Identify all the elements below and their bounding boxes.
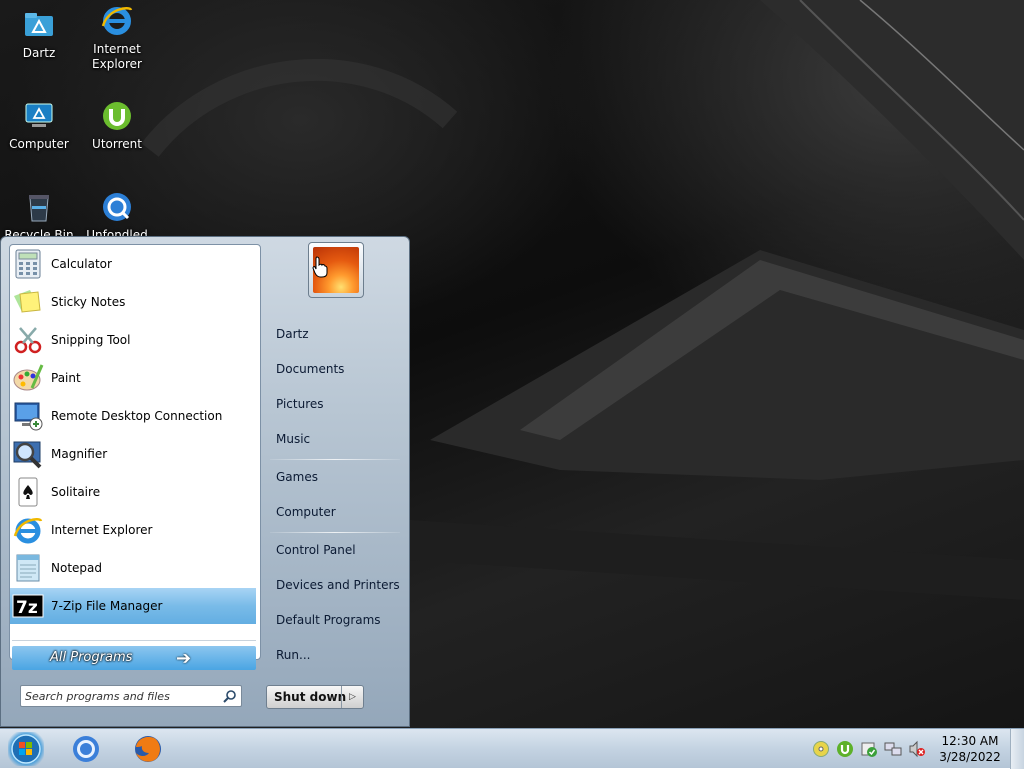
program-label: Snipping Tool [51,333,131,347]
program-label: Remote Desktop Connection [51,409,223,423]
program-7zip[interactable]: 7z 7-Zip File Manager [10,588,256,624]
recycle-bin-icon [22,190,56,224]
desktop-icon-label: Internet Explorer [92,42,142,71]
link-separator [270,532,400,533]
tray-action-center[interactable] [860,740,878,758]
sticky-notes-icon [12,286,44,318]
desktop-icon-label: Utorrent [92,137,142,151]
paint-icon [12,362,44,394]
program-label: Sticky Notes [51,295,126,309]
tray-utorrent[interactable] [836,740,854,758]
magnifier-icon [12,438,44,470]
notepad-icon [12,552,44,584]
start-link-devices-printers[interactable]: Devices and Printers [270,571,404,599]
desktop-icon-computer[interactable]: Computer [0,99,78,152]
link-label: Default Programs [276,613,381,627]
programs-separator [12,640,256,641]
all-programs-label: All Programs [50,650,133,665]
program-remote-desktop[interactable]: Remote Desktop Connection [10,398,256,434]
tray-cd-drive[interactable] [812,740,830,758]
clock-time: 12:30 AM [941,734,999,748]
remote-desktop-icon [12,400,44,432]
program-label: Paint [51,371,81,385]
program-paint[interactable]: Paint [10,360,256,396]
start-link-run[interactable]: Run... [270,641,404,669]
utorrent-tray-icon [836,740,854,758]
program-calculator[interactable]: Calculator [10,246,256,282]
cd-drive-icon [812,740,830,758]
link-label: Dartz [276,327,309,341]
start-link-music[interactable]: Music [270,425,404,453]
svg-text:7z: 7z [16,598,38,618]
program-label: 7-Zip File Manager [51,599,163,613]
taskbar-firefox-button[interactable] [128,732,168,766]
desktop-icon-utorrent[interactable]: Utorrent [78,99,156,152]
clock[interactable]: 12:30 AM 3/28/2022 [936,733,1004,765]
internet-explorer-icon [12,514,44,546]
program-label: Calculator [51,257,112,271]
windows-logo-icon [11,734,41,764]
start-link-computer[interactable]: Computer [270,498,404,526]
desktop-icon-dartz[interactable]: Dartz [0,8,78,61]
program-label: Internet Explorer [51,523,153,537]
start-link-control-panel[interactable]: Control Panel [270,536,404,564]
program-magnifier[interactable]: Magnifier [10,436,256,472]
program-solitaire[interactable]: Solitaire [10,474,256,510]
unfondled-icon [100,190,134,224]
start-link-dartz[interactable]: Dartz [270,320,404,348]
link-label: Devices and Printers [276,578,400,592]
clock-date: 3/28/2022 [939,750,1001,764]
program-sticky-notes[interactable]: Sticky Notes [10,284,256,320]
search-input[interactable] [25,688,215,704]
chrome-icon [66,733,106,765]
internet-explorer-icon [100,4,134,38]
search-icon[interactable] [223,689,237,703]
network-icon [884,740,902,758]
link-label: Music [276,432,311,446]
taskbar-chrome-button[interactable] [66,732,106,766]
start-link-pictures[interactable]: Pictures [270,390,404,418]
program-label: Notepad [51,561,102,575]
dartz-folder-icon [22,8,56,42]
program-notepad[interactable]: Notepad [10,550,256,586]
show-desktop-button[interactable] [1010,729,1024,769]
computer-icon [22,99,56,133]
link-label: Run... [276,648,311,662]
link-label: Games [276,470,318,484]
7zip-icon: 7z [12,590,44,622]
program-snipping-tool[interactable]: Snipping Tool [10,322,256,358]
utorrent-icon [100,99,134,133]
volume-muted-icon [908,740,926,758]
shutdown-options-arrow[interactable]: ▷ [341,686,363,708]
shutdown-button[interactable]: Shut down ▷ [266,685,364,709]
link-label: Computer [276,505,336,519]
desktop-icon-label: Computer [9,137,69,151]
start-link-games[interactable]: Games [270,463,404,491]
tray-network[interactable] [884,740,902,758]
arrow-right-icon: ➔ [176,648,192,669]
solitaire-icon [12,476,44,508]
program-internet-explorer[interactable]: Internet Explorer [10,512,256,548]
all-programs-button[interactable]: All Programs ➔ [12,646,256,670]
program-label: Solitaire [51,485,101,499]
start-button[interactable] [8,732,44,766]
start-link-documents[interactable]: Documents [270,355,404,383]
desktop-icon-label: Dartz [22,46,56,60]
snipping-tool-icon [12,324,44,356]
tray-volume[interactable] [908,740,926,758]
link-label: Documents [276,362,345,376]
calculator-icon [12,248,44,280]
search-box[interactable] [20,685,242,707]
program-label: Magnifier [51,447,108,461]
link-label: Pictures [276,397,324,411]
firefox-icon [128,733,168,765]
taskbar: 12:30 AM 3/28/2022 [0,728,1024,769]
link-separator [270,459,400,460]
hand-cursor-icon [312,256,328,278]
link-label: Control Panel [276,543,356,557]
desktop-icon-internet-explorer[interactable]: Internet Explorer [78,4,156,72]
shutdown-label: Shut down [274,690,347,704]
action-center-icon [860,740,878,758]
start-link-default-programs[interactable]: Default Programs [270,606,404,634]
